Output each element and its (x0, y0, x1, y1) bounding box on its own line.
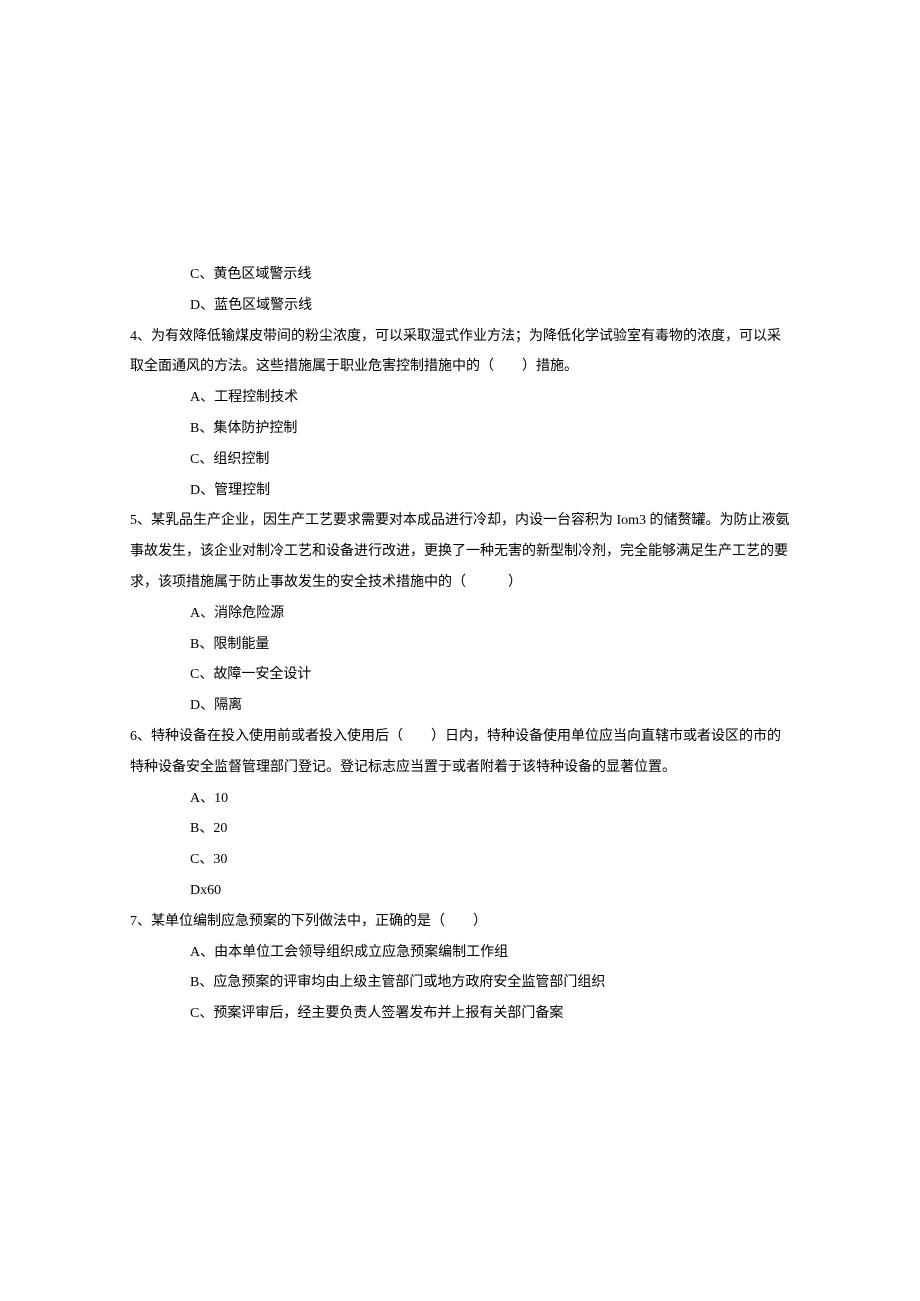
q4-option-c: C、组织控制 (130, 445, 790, 476)
q3-option-c: C、黄色区域警示线 (130, 260, 790, 291)
q6-option-b: B、20 (130, 814, 790, 845)
q7-option-a: A、由本单位工会领导组织成立应急预案编制工作组 (130, 938, 790, 969)
q7-option-b: B、应急预案的评审均由上级主管部门或地方政府安全监管部门组织 (130, 968, 790, 999)
q6-option-d: Dx60 (130, 876, 790, 907)
q4-option-b: B、集体防护控制 (130, 414, 790, 445)
q4-stem: 4、为有效降低输煤皮带间的粉尘浓度，可以采取湿式作业方法；为降低化学试验室有毒物… (130, 322, 790, 384)
q5-option-c: C、故障一安全设计 (130, 660, 790, 691)
q7-stem: 7、某单位编制应急预案的下列做法中，正确的是（ ） (130, 907, 790, 938)
q5-option-b: B、限制能量 (130, 630, 790, 661)
q4-option-d: D、管理控制 (130, 476, 790, 507)
q4-option-a: A、工程控制技术 (130, 383, 790, 414)
q6-option-c: C、30 (130, 845, 790, 876)
q5-stem: 5、某乳品生产企业，因生产工艺要求需要对本成品进行冷却，内设一台容积为 Iom3… (130, 506, 790, 598)
q6-option-a: A、10 (130, 784, 790, 815)
q7-option-c: C、预案评审后，经主要负责人签署发布并上报有关部门备案 (130, 999, 790, 1030)
q5-option-d: D、隔离 (130, 691, 790, 722)
q6-stem: 6、特种设备在投入使用前或者投入使用后（ ）日内，特种设备使用单位应当向直辖市或… (130, 722, 790, 784)
q3-option-d: D、蓝色区域警示线 (130, 291, 790, 322)
document-page: C、黄色区域警示线 D、蓝色区域警示线 4、为有效降低输煤皮带间的粉尘浓度，可以… (0, 0, 920, 1301)
q5-option-a: A、消除危险源 (130, 599, 790, 630)
